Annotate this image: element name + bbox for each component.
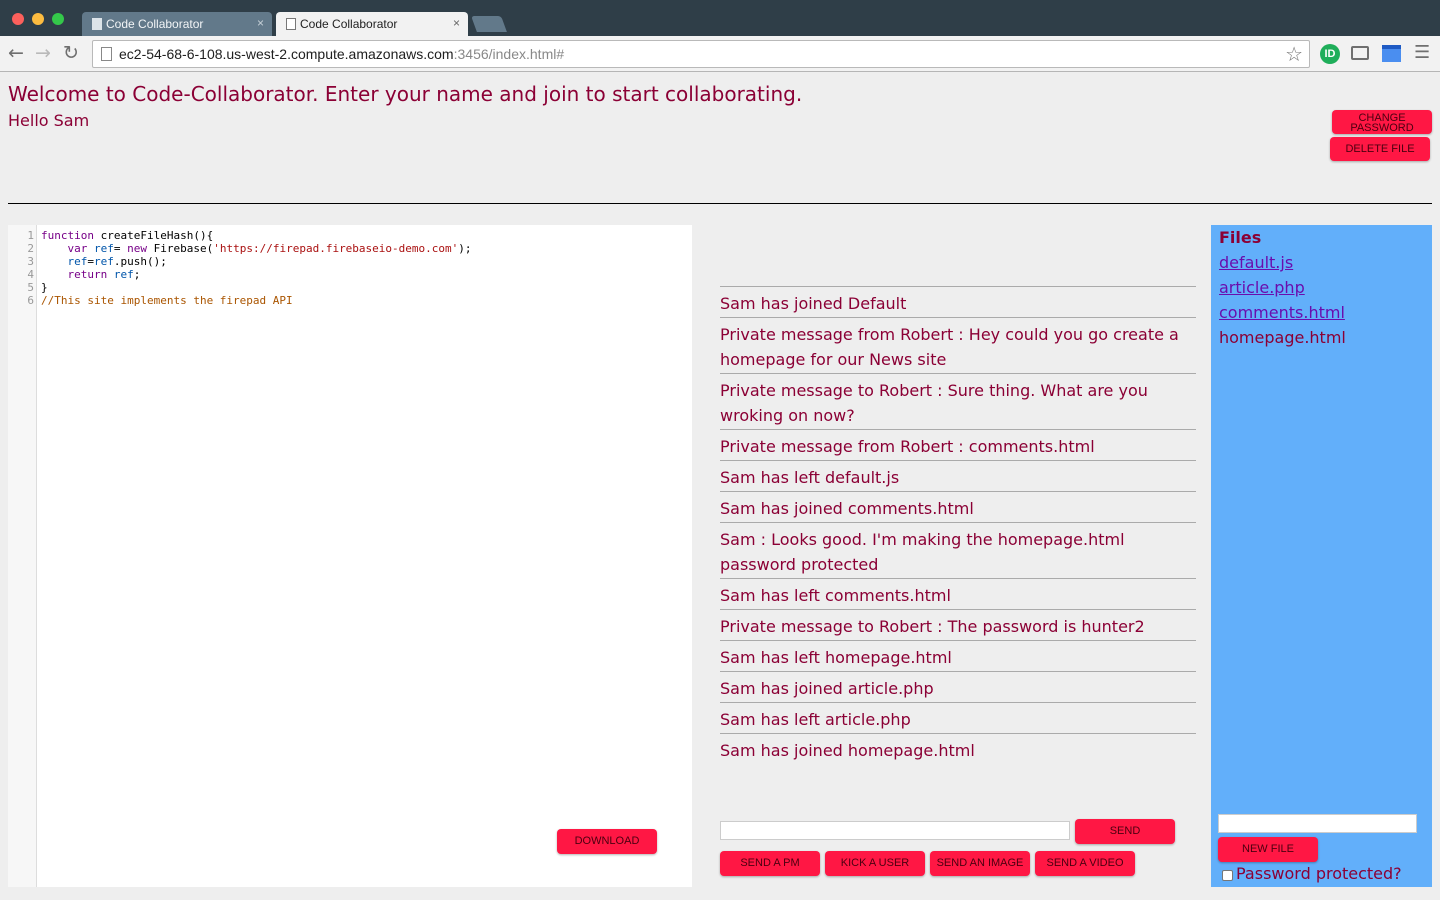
menu-icon[interactable]: ☰ — [1414, 42, 1430, 63]
close-icon[interactable]: × — [257, 16, 264, 30]
chat-message: Sam has joined Default — [720, 286, 1196, 317]
chat-message: Sam has left default.js — [720, 460, 1196, 491]
line-numbers: 123456 — [8, 229, 34, 307]
new-file-button[interactable]: NEW FILE — [1218, 837, 1318, 862]
page-icon — [286, 18, 296, 30]
line-number: 4 — [27, 268, 34, 281]
password-protected-label: Password protected? — [1236, 864, 1402, 883]
close-icon[interactable]: × — [453, 16, 460, 30]
chat-message: Sam has joined homepage.html — [720, 733, 1196, 764]
code-content[interactable]: function createFileHash(){ var ref= new … — [41, 229, 472, 307]
files-panel: Files default.js article.php comments.ht… — [1211, 225, 1432, 887]
browser-toolbar: ← → ↻ ec2-54-68-6-108.us-west-2.compute.… — [0, 36, 1440, 72]
file-link-article-php[interactable]: article.php — [1219, 275, 1346, 300]
line-number: 2 — [27, 242, 34, 255]
new-tab-button[interactable] — [471, 16, 507, 32]
chat-message-input[interactable] — [720, 821, 1070, 840]
browser-tab-1[interactable]: Code Collaborator × — [82, 12, 272, 36]
file-link-comments-html[interactable]: comments.html — [1219, 300, 1346, 325]
bookmark-star-icon[interactable]: ☆ — [1285, 42, 1303, 66]
close-window-button[interactable] — [12, 13, 24, 25]
files-title: Files — [1219, 228, 1262, 247]
tab-title: Code Collaborator — [300, 17, 398, 31]
address-bar[interactable]: ec2-54-68-6-108.us-west-2.compute.amazon… — [92, 40, 1310, 68]
chat-message: Private message from Robert : Hey could … — [720, 317, 1196, 373]
download-button[interactable]: DOWNLOAD — [557, 829, 657, 854]
extension-id-icon[interactable]: ID — [1320, 44, 1340, 64]
line-number-gutter: 123456 — [8, 225, 37, 887]
chat-message: Sam has joined article.php — [720, 671, 1196, 702]
chat-message: Sam has joined comments.html — [720, 491, 1196, 522]
forward-arrow-icon[interactable]: → — [35, 42, 51, 64]
file-current-homepage-html: homepage.html — [1219, 328, 1346, 347]
file-link-default-js[interactable]: default.js — [1219, 250, 1346, 275]
line-number: 3 — [27, 255, 34, 268]
page-icon — [92, 18, 102, 30]
send-button[interactable]: SEND — [1075, 819, 1175, 844]
line-number: 1 — [27, 229, 34, 242]
password-protected-checkbox[interactable] — [1222, 870, 1233, 881]
chat-message: Private message to Robert : Sure thing. … — [720, 373, 1196, 429]
cast-icon[interactable] — [1351, 46, 1369, 60]
file-list: default.js article.php comments.html hom… — [1219, 250, 1346, 350]
minimize-window-button[interactable] — [32, 13, 44, 25]
send-pm-button[interactable]: SEND A PM — [720, 851, 820, 876]
extension-window-icon[interactable] — [1382, 45, 1401, 62]
back-arrow-icon[interactable]: ← — [8, 42, 24, 64]
maximize-window-button[interactable] — [52, 13, 64, 25]
change-password-button[interactable]: CHANGE PASSWORD — [1332, 110, 1432, 134]
chat-message: Private message to Robert : The password… — [720, 609, 1196, 640]
welcome-heading: Welcome to Code-Collaborator. Enter your… — [8, 82, 803, 106]
line-number: 6 — [27, 294, 34, 307]
chat-log: Sam has joined Default Private message fr… — [720, 286, 1200, 764]
kick-user-button[interactable]: KICK A USER — [825, 851, 925, 876]
chat-message: Sam has left article.php — [720, 702, 1196, 733]
reload-icon[interactable]: ↻ — [63, 42, 79, 64]
send-image-button[interactable]: SEND AN IMAGE — [930, 851, 1030, 876]
browser-titlebar: Code Collaborator × Code Collaborator × — [0, 0, 1440, 36]
line-number: 5 — [27, 281, 34, 294]
chat-message: Sam has left comments.html — [720, 578, 1196, 609]
url-text[interactable]: ec2-54-68-6-108.us-west-2.compute.amazon… — [119, 46, 564, 62]
chat-message: Sam : Looks good. I'm making the homepag… — [720, 522, 1196, 578]
chat-message: Private message from Robert : comments.h… — [720, 429, 1196, 460]
code-editor[interactable]: 123456 function createFileHash(){ var re… — [8, 225, 692, 887]
chat-message: Sam has left homepage.html — [720, 640, 1196, 671]
page-icon — [101, 47, 112, 61]
divider — [8, 203, 1432, 204]
new-file-name-input[interactable] — [1218, 814, 1417, 833]
send-video-button[interactable]: SEND A VIDEO — [1035, 851, 1135, 876]
delete-file-button[interactable]: DELETE FILE — [1330, 137, 1430, 161]
tab-title: Code Collaborator — [106, 17, 204, 31]
browser-tab-2[interactable]: Code Collaborator × — [276, 12, 468, 36]
hello-user: Hello Sam — [8, 111, 90, 130]
